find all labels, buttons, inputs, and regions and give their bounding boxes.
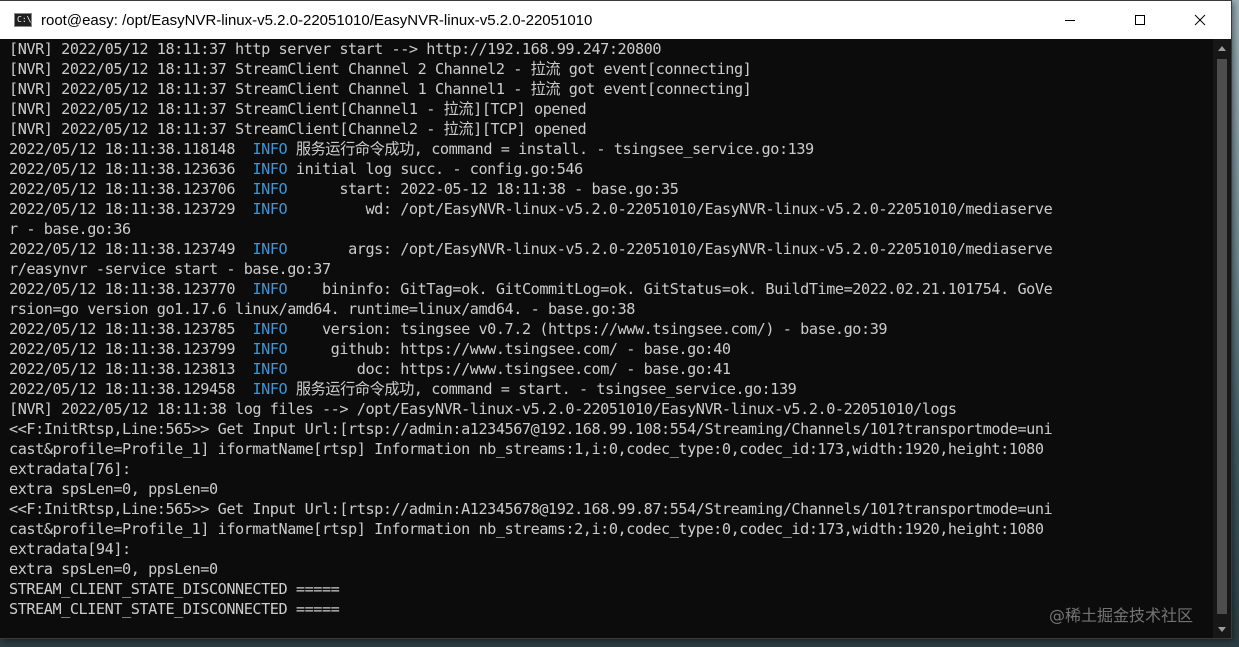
terminal-line: 2022/05/12 18:11:38.123749 INFO args: /o… [9, 239, 1053, 259]
log-message: extradata[94]: [9, 540, 131, 558]
terminal-line: [NVR] 2022/05/12 18:11:37 StreamClient[C… [9, 119, 1052, 139]
log-level: INFO [252, 380, 288, 398]
terminal-line: r - base.go:36 [9, 219, 1052, 239]
minimize-icon [1065, 20, 1075, 21]
log-message: github: https://www.tsingsee.com/ - base… [287, 340, 731, 358]
log-message: initial log succ. - config.go:546 [287, 160, 583, 178]
log-level: INFO [252, 160, 288, 178]
log-message: rsion=go version go1.17.6 linux/amd64. r… [9, 300, 635, 318]
log-message: <<F:InitRtsp,Line:565>> Get Input Url:[r… [9, 500, 1053, 518]
terminal-line: 2022/05/12 18:11:38.123706 INFO start: 2… [9, 179, 1052, 199]
app-icon-label: C:\_ [17, 15, 37, 24]
close-button[interactable] [1177, 1, 1223, 39]
log-message: bininfo: GitTag=ok. GitCommitLog=ok. Git… [287, 280, 1053, 298]
terminal-line: extra spsLen=0, ppsLen=0 [9, 479, 1052, 499]
terminal-line: [NVR] 2022/05/12 18:11:37 http server st… [9, 39, 1052, 59]
log-timestamp: 2022/05/12 18:11:38.118148 [9, 140, 253, 158]
log-level: INFO [252, 280, 288, 298]
log-message: doc: https://www.tsingsee.com/ - base.go… [287, 360, 731, 378]
terminal-line: 2022/05/12 18:11:38.118148 INFO 服务运行命令成功… [9, 139, 1052, 159]
log-message: cast&profile=Profile_1] iformatName[rtsp… [9, 520, 1044, 538]
terminal-line: 2022/05/12 18:11:38.123729 INFO wd: /opt… [9, 199, 1053, 219]
terminal-line: rsion=go version go1.17.6 linux/amd64. r… [9, 299, 1052, 319]
log-message: <<F:InitRtsp,Line:565>> Get Input Url:[r… [9, 420, 1053, 438]
terminal-line: STREAM_CLIENT_STATE_DISCONNECTED ===== [9, 579, 1052, 599]
log-message: 服务运行命令成功, command = start. - tsingsee_se… [287, 380, 797, 398]
terminal-line: cast&profile=Profile_1] iformatName[rtsp… [9, 439, 1052, 459]
log-message: version: tsingsee v0.7.2 (https://www.ts… [287, 320, 888, 338]
log-message: cast&profile=Profile_1] iformatName[rtsp… [9, 440, 1044, 458]
scrollbar-thumb[interactable] [1217, 59, 1227, 614]
terminal-line: STREAM_CLIENT_STATE_DISCONNECTED ===== [9, 599, 1052, 619]
log-message: [NVR] 2022/05/12 18:11:38 log files --> … [9, 400, 957, 418]
log-timestamp: 2022/05/12 18:11:38.123636 [9, 160, 253, 178]
terminal-line: [NVR] 2022/05/12 18:11:37 StreamClient C… [9, 59, 1052, 79]
terminal-line: extradata[76]: [9, 459, 1052, 479]
log-timestamp: 2022/05/12 18:11:38.123706 [9, 180, 253, 198]
log-timestamp: 2022/05/12 18:11:38.123749 [9, 240, 253, 258]
log-message: extra spsLen=0, ppsLen=0 [9, 560, 218, 578]
log-message: 服务运行命令成功, command = install. - tsingsee_… [287, 140, 814, 158]
close-icon [1194, 14, 1206, 26]
log-message: args: /opt/EasyNVR-linux-v5.2.0-22051010… [287, 240, 1053, 258]
scroll-down-arrow-icon[interactable] [1213, 620, 1231, 638]
log-level: INFO [252, 200, 288, 218]
log-message: start: 2022-05-12 18:11:38 - base.go:35 [287, 180, 679, 198]
log-message: r - base.go:36 [9, 220, 131, 238]
title-bar[interactable]: C:\_ root@easy: /opt/EasyNVR-linux-v5.2.… [0, 1, 1231, 39]
log-timestamp: 2022/05/12 18:11:38.123813 [9, 360, 253, 378]
terminal-line: 2022/05/12 18:11:38.123636 INFO initial … [9, 159, 1052, 179]
log-level: INFO [252, 340, 288, 358]
log-message: STREAM_CLIENT_STATE_DISCONNECTED ===== [9, 580, 340, 598]
terminal-line: <<F:InitRtsp,Line:565>> Get Input Url:[r… [9, 419, 1053, 439]
terminal-line: 2022/05/12 18:11:38.123785 INFO version:… [9, 319, 1052, 339]
log-timestamp: 2022/05/12 18:11:38.123799 [9, 340, 253, 358]
log-message: [NVR] 2022/05/12 18:11:37 StreamClient[C… [9, 120, 587, 138]
log-message: STREAM_CLIENT_STATE_DISCONNECTED ===== [9, 600, 340, 618]
log-timestamp: 2022/05/12 18:11:38.123729 [9, 200, 253, 218]
log-message: [NVR] 2022/05/12 18:11:37 StreamClient[C… [9, 100, 587, 118]
log-timestamp: 2022/05/12 18:11:38.123785 [9, 320, 253, 338]
terminal-line: extradata[94]: [9, 539, 1052, 559]
log-level: INFO [252, 240, 288, 258]
log-level: INFO [252, 140, 288, 158]
terminal-line: [NVR] 2022/05/12 18:11:38 log files --> … [9, 399, 1052, 419]
log-message: [NVR] 2022/05/12 18:11:37 StreamClient C… [9, 60, 752, 78]
log-timestamp: 2022/05/12 18:11:38.129458 [9, 380, 253, 398]
log-message: extra spsLen=0, ppsLen=0 [9, 480, 218, 498]
terminal-line: extra spsLen=0, ppsLen=0 [9, 559, 1052, 579]
terminal-window[interactable]: C:\_ root@easy: /opt/EasyNVR-linux-v5.2.… [0, 0, 1232, 639]
log-message: [NVR] 2022/05/12 18:11:37 StreamClient C… [9, 80, 752, 98]
terminal-lines: [NVR] 2022/05/12 18:11:37 http server st… [9, 39, 1053, 619]
minimize-button[interactable] [1047, 1, 1093, 39]
window-title: root@easy: /opt/EasyNVR-linux-v5.2.0-220… [41, 11, 593, 29]
maximize-icon [1135, 15, 1145, 25]
terminal-line: <<F:InitRtsp,Line:565>> Get Input Url:[r… [9, 499, 1053, 519]
scroll-up-arrow-icon[interactable] [1213, 39, 1231, 57]
log-message: r/easynvr -service start - base.go:37 [9, 260, 331, 278]
terminal-line: 2022/05/12 18:11:38.123813 INFO doc: htt… [9, 359, 1052, 379]
terminal-line: 2022/05/12 18:11:38.123770 INFO bininfo:… [9, 279, 1053, 299]
terminal-line: 2022/05/12 18:11:38.129458 INFO 服务运行命令成功… [9, 379, 1052, 399]
watermark: @稀土掘金技术社区 [1048, 606, 1193, 625]
terminal-line: [NVR] 2022/05/12 18:11:37 StreamClient[C… [9, 99, 1052, 119]
log-message: extradata[76]: [9, 460, 131, 478]
log-level: INFO [252, 180, 288, 198]
terminal-line: r/easynvr -service start - base.go:37 [9, 259, 1052, 279]
terminal-line: 2022/05/12 18:11:38.123799 INFO github: … [9, 339, 1052, 359]
vertical-scrollbar[interactable] [1213, 39, 1231, 638]
log-message: [NVR] 2022/05/12 18:11:37 http server st… [9, 40, 662, 58]
log-level: INFO [252, 320, 288, 338]
log-level: INFO [252, 360, 288, 378]
terminal-line: cast&profile=Profile_1] iformatName[rtsp… [9, 519, 1052, 539]
terminal-output[interactable]: [NVR] 2022/05/12 18:11:37 http server st… [0, 39, 1213, 638]
maximize-button[interactable] [1117, 1, 1163, 39]
terminal-line: [NVR] 2022/05/12 18:11:37 StreamClient C… [9, 79, 1052, 99]
log-message: wd: /opt/EasyNVR-linux-v5.2.0-22051010/E… [287, 200, 1053, 218]
log-timestamp: 2022/05/12 18:11:38.123770 [9, 280, 253, 298]
cmd-app-icon[interactable]: C:\_ [14, 13, 36, 27]
